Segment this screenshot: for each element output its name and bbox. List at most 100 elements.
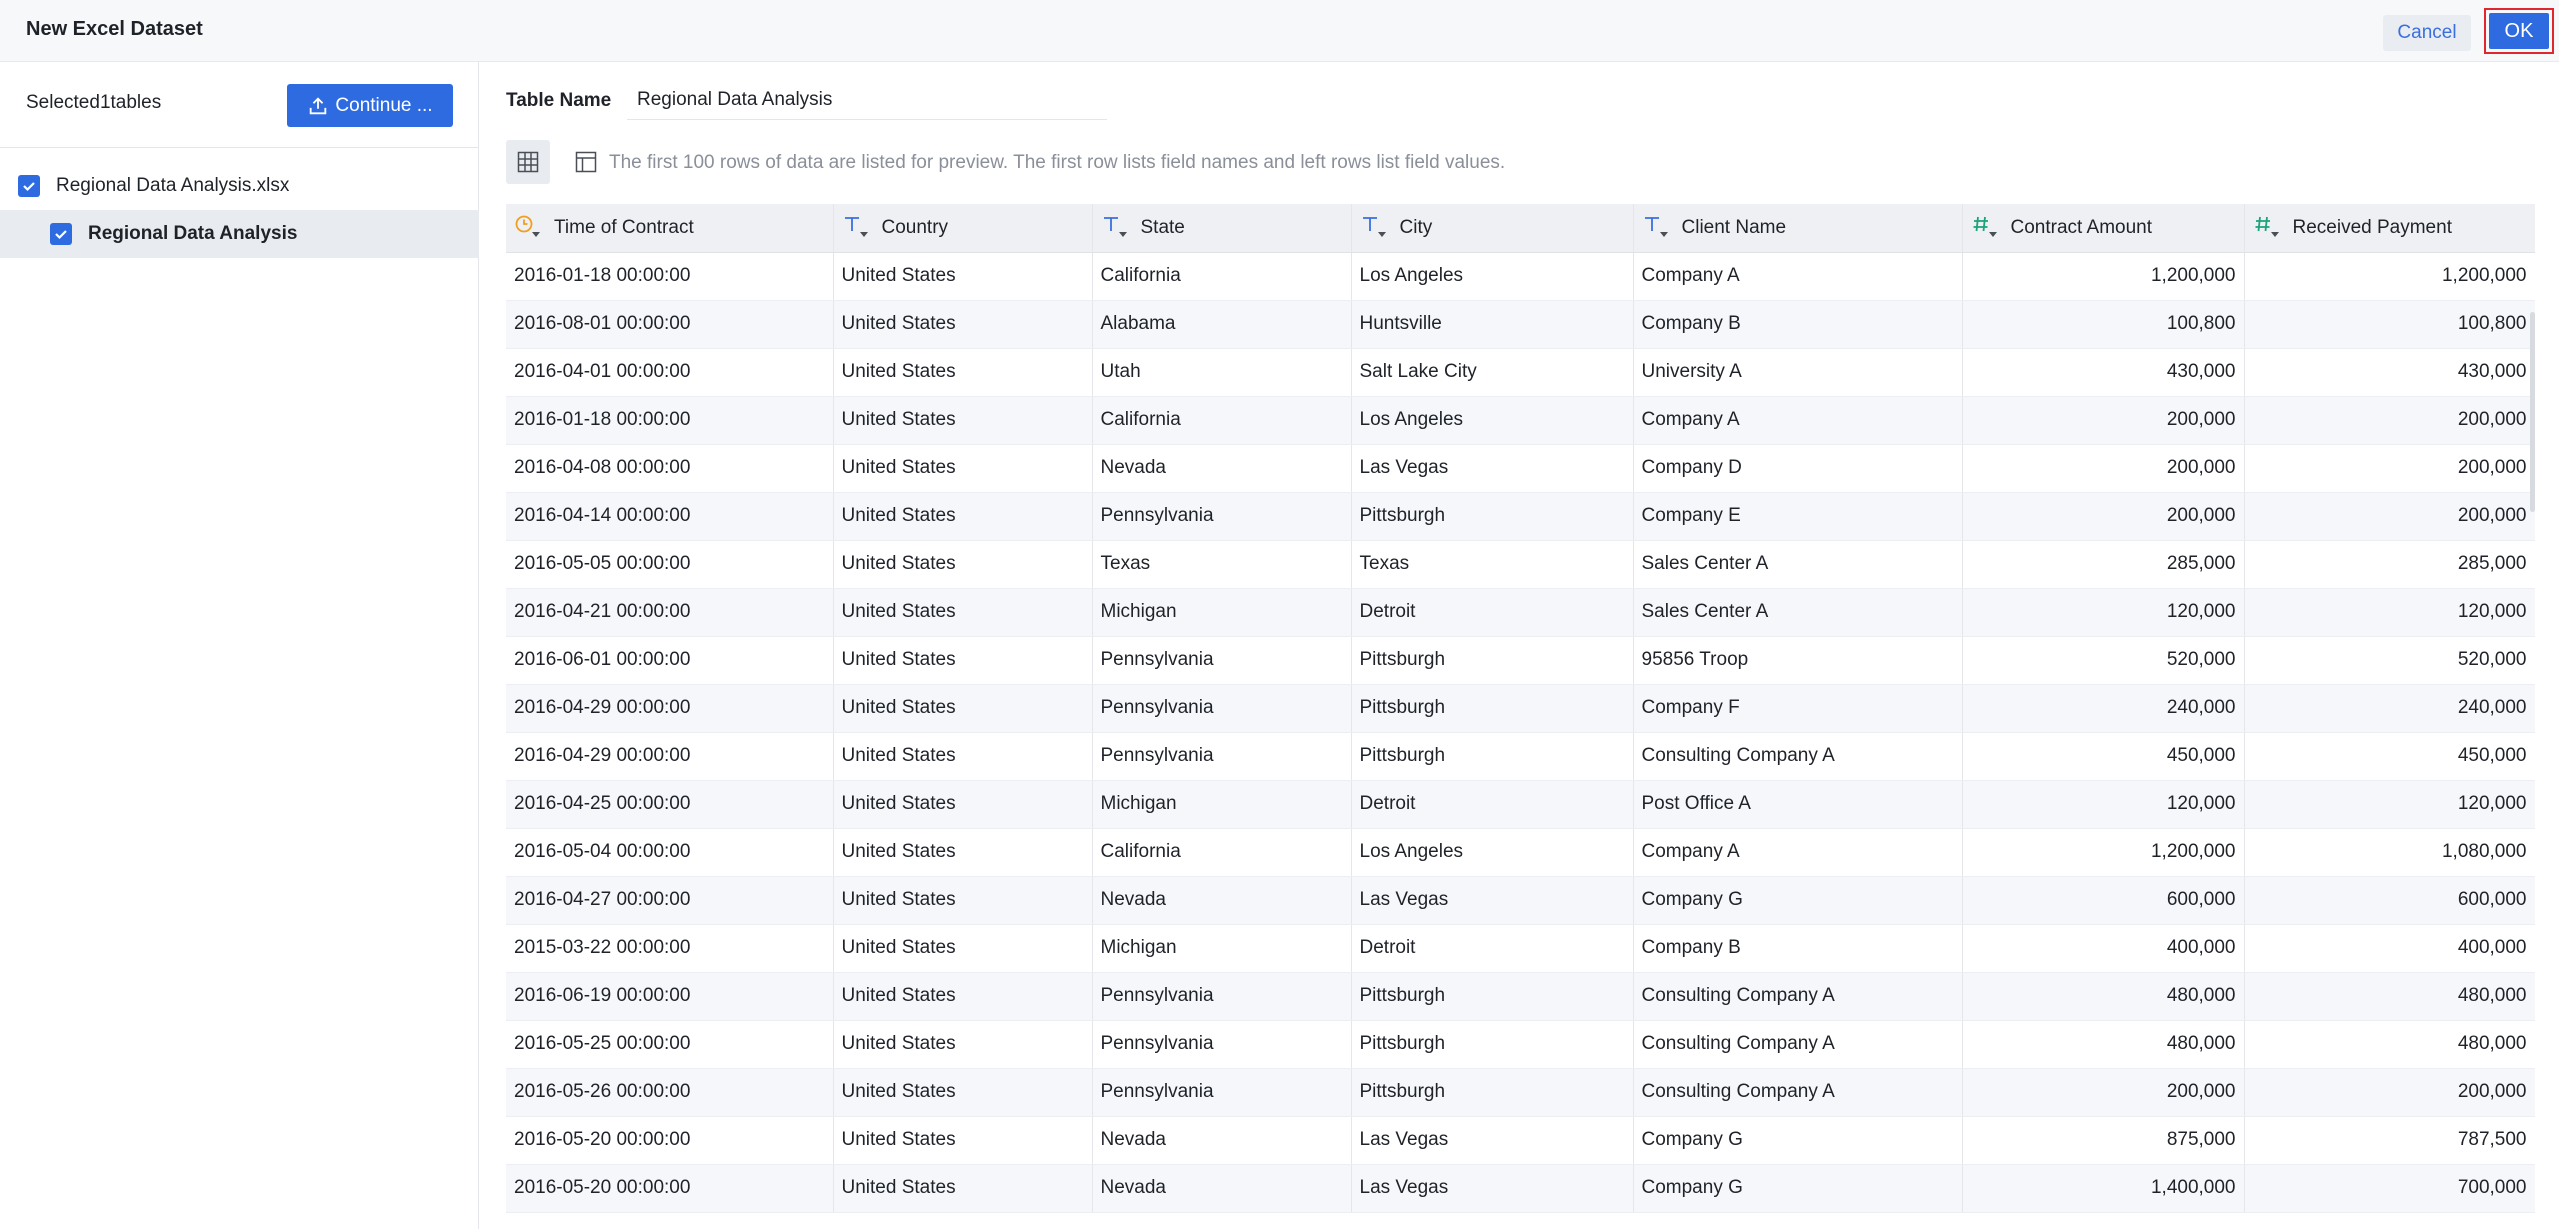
table-cell: Company A <box>1633 828 1963 877</box>
table-cell: Los Angeles <box>1351 396 1634 445</box>
clock-icon[interactable] <box>514 212 546 244</box>
table-cell: Pittsburgh <box>1351 1068 1634 1117</box>
table-name-label: Table Name <box>506 90 612 111</box>
table-cell: 787,500 <box>2244 1116 2535 1165</box>
table-cell: Detroit <box>1351 924 1634 973</box>
table-cell: Michigan <box>1092 780 1352 829</box>
table-row: 2016-01-18 00:00:00 United States Californ… <box>506 252 2535 301</box>
grid-view-button[interactable] <box>506 140 550 184</box>
table-cell: United States <box>833 252 1093 301</box>
table-row: 2015-03-22 00:00:00 United States Michigan… <box>506 924 2535 973</box>
number-type-icon[interactable] <box>2253 212 2285 244</box>
ok-button-highlight: OK <box>2484 8 2554 54</box>
column-header-label: State <box>1140 216 1185 238</box>
table-cell: Company B <box>1633 924 1963 973</box>
table-cell: Pittsburgh <box>1351 732 1634 781</box>
table-cell: Texas <box>1092 540 1352 589</box>
table-row: 2016-06-19 00:00:00 United States Pennsyl… <box>506 972 2535 1021</box>
column-header[interactable]: Received Payment <box>2244 204 2535 253</box>
table-cell: 2016-04-21 00:00:00 <box>506 588 834 637</box>
table-cell: Las Vegas <box>1351 1164 1634 1213</box>
table-cell: Pittsburgh <box>1351 492 1634 541</box>
table-row: 2016-04-29 00:00:00 United States Pennsyl… <box>506 732 2535 781</box>
ok-button[interactable]: OK <box>2489 13 2549 49</box>
table-cell: 2016-06-19 00:00:00 <box>506 972 834 1021</box>
preview-table: Time of Contract Country State City Clie… <box>506 204 2535 1213</box>
table-cell: Nevada <box>1092 444 1352 493</box>
table-cell: Salt Lake City <box>1351 348 1634 397</box>
table-cell: 600,000 <box>1962 876 2245 925</box>
table-cell: Detroit <box>1351 780 1634 829</box>
column-header[interactable]: Contract Amount <box>1962 204 2245 253</box>
table-cell: Company G <box>1633 1164 1963 1213</box>
table-cell: 2016-04-14 00:00:00 <box>506 492 834 541</box>
column-header[interactable]: State <box>1092 204 1352 253</box>
table-cell: 200,000 <box>2244 396 2535 445</box>
layout-view-button[interactable] <box>564 140 608 184</box>
table-cell: 120,000 <box>2244 780 2535 829</box>
table-checkbox[interactable] <box>50 223 72 245</box>
column-header[interactable]: Client Name <box>1633 204 1963 253</box>
table-cell: Los Angeles <box>1351 252 1634 301</box>
text-type-icon[interactable] <box>1101 212 1133 244</box>
table-cell: 200,000 <box>1962 492 2245 541</box>
text-type-icon[interactable] <box>842 212 874 244</box>
column-header[interactable]: City <box>1351 204 1634 253</box>
table-row: 2016-05-04 00:00:00 United States Californ… <box>506 828 2535 877</box>
tree-item-file[interactable]: Regional Data Analysis.xlsx <box>0 162 479 210</box>
main-panel: Table Name The first 100 rows of data ar… <box>480 62 2559 1229</box>
table-cell: United States <box>833 588 1093 637</box>
cancel-button[interactable]: Cancel <box>2383 15 2471 51</box>
text-type-icon[interactable] <box>1642 212 1674 244</box>
table-cell: 1,200,000 <box>1962 252 2245 301</box>
table-cell: United States <box>833 1068 1093 1117</box>
table-cell: Nevada <box>1092 1164 1352 1213</box>
table-cell: 2016-04-25 00:00:00 <box>506 780 834 829</box>
table-cell: United States <box>833 396 1093 445</box>
table-cell: Sales Center A <box>1633 540 1963 589</box>
table-cell: United States <box>833 492 1093 541</box>
table-cell: Company D <box>1633 444 1963 493</box>
table-row: 2016-04-14 00:00:00 United States Pennsyl… <box>506 492 2535 541</box>
table-cell: Las Vegas <box>1351 1116 1634 1165</box>
table-cell: 2016-05-20 00:00:00 <box>506 1164 834 1213</box>
table-cell: 2015-03-22 00:00:00 <box>506 924 834 973</box>
sidebar-toolbar: Selected1tables Continue ... <box>0 62 479 148</box>
table-cell: 1,200,000 <box>1962 828 2245 877</box>
table-row: 2016-01-18 00:00:00 United States Californ… <box>506 396 2535 445</box>
table-cell: 2016-05-04 00:00:00 <box>506 828 834 877</box>
text-type-icon[interactable] <box>1360 212 1392 244</box>
table-cell: United States <box>833 1116 1093 1165</box>
table-cell: 200,000 <box>1962 396 2245 445</box>
table-cell: Pennsylvania <box>1092 1068 1352 1117</box>
dialog-title: New Excel Dataset <box>26 18 203 40</box>
table-cell: 2016-04-29 00:00:00 <box>506 732 834 781</box>
table-cell: Pittsburgh <box>1351 1020 1634 1069</box>
table-name-input[interactable] <box>627 80 1107 120</box>
column-header[interactable]: Country <box>833 204 1093 253</box>
table-cell: United States <box>833 300 1093 349</box>
tree-item-table[interactable]: Regional Data Analysis <box>0 210 479 258</box>
table-row: 2016-06-01 00:00:00 United States Pennsyl… <box>506 636 2535 685</box>
table-cell: 400,000 <box>2244 924 2535 973</box>
file-checkbox[interactable] <box>18 175 40 197</box>
table-cell: United States <box>833 828 1093 877</box>
table-cell: Pittsburgh <box>1351 636 1634 685</box>
table-scrollbar[interactable] <box>2530 312 2535 512</box>
table-row: 2016-05-25 00:00:00 United States Pennsyl… <box>506 1020 2535 1069</box>
table-cell: 2016-04-27 00:00:00 <box>506 876 834 925</box>
continue-button[interactable]: Continue ... <box>287 84 453 127</box>
table-cell: 100,800 <box>2244 300 2535 349</box>
table-cell: 480,000 <box>1962 1020 2245 1069</box>
column-header-label: City <box>1399 216 1433 238</box>
table-cell: 430,000 <box>2244 348 2535 397</box>
column-header-label: Contract Amount <box>2010 216 2153 238</box>
column-header[interactable]: Time of Contract <box>506 204 834 253</box>
number-type-icon[interactable] <box>1971 212 2003 244</box>
table-cell: Company G <box>1633 876 1963 925</box>
table-cell: United States <box>833 780 1093 829</box>
check-icon <box>23 182 35 192</box>
table-row: 2016-04-08 00:00:00 United States Nevada La… <box>506 444 2535 493</box>
table-cell: Pittsburgh <box>1351 972 1634 1021</box>
continue-button-label: Continue ... <box>335 94 433 116</box>
